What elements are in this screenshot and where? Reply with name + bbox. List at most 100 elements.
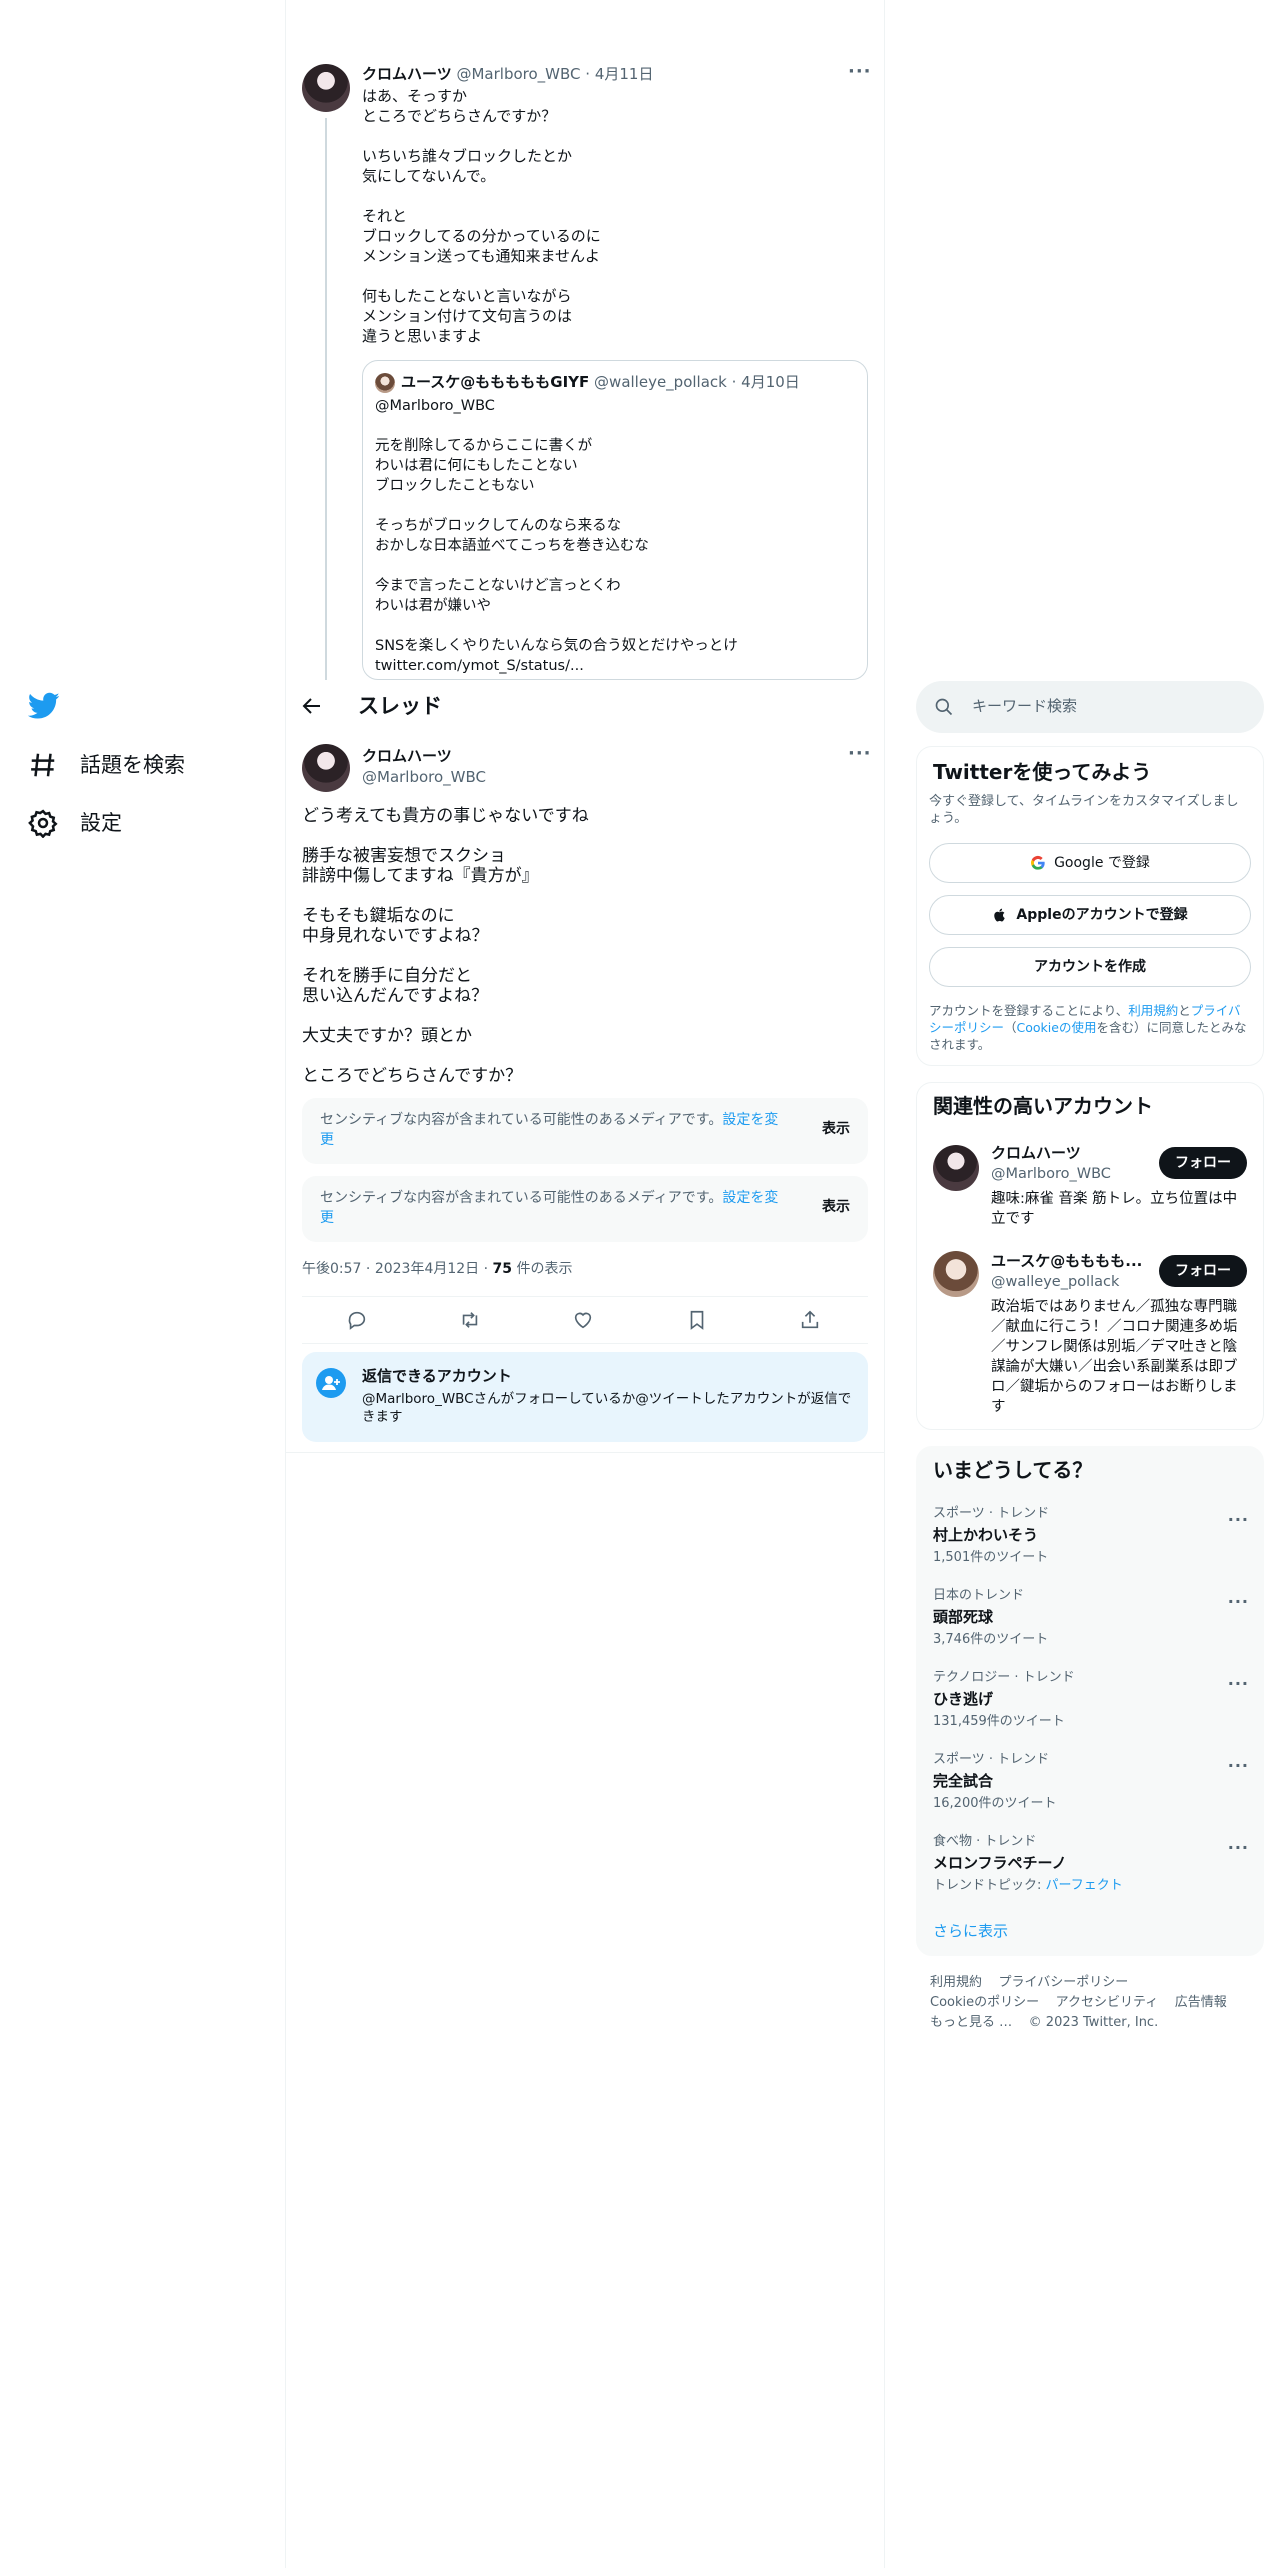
search-box[interactable]: キーワード検索	[916, 681, 1264, 733]
google-icon	[1031, 855, 1045, 870]
trend-category: 食べ物 · トレンド	[933, 1834, 1037, 1849]
quoted-tweet-card[interactable]: ユースケ@もももももGIYF @walleye_pollack · 4月10日 …	[362, 360, 868, 680]
tweet-time[interactable]: 午後0:57	[302, 1261, 361, 1277]
trend-category: スポーツ · トレンド	[933, 1506, 1050, 1521]
trend-count: 3,746件のツイート	[933, 1631, 1049, 1647]
avatar[interactable]	[302, 64, 350, 112]
thread-connector-line	[325, 118, 327, 680]
page-title: スレッド	[358, 694, 442, 718]
retweet-icon[interactable]	[459, 1309, 481, 1331]
apple-signup-button[interactable]: Appleのアカウントで登録	[929, 895, 1251, 935]
account-handle[interactable]: @walleye_pollack	[991, 1273, 1119, 1293]
more-options-icon[interactable]: ···	[1228, 1755, 1249, 1777]
trend-name: メロンフラペチーノ	[933, 1853, 1067, 1872]
sensitive-media-notice: センシティブな内容が含まれている可能性のあるメディアです。設定を変更 表示	[302, 1176, 868, 1242]
trend-name: ひき逃げ	[933, 1689, 994, 1708]
footer-terms-link[interactable]: 利用規約	[930, 1975, 982, 1990]
footer-ads-link[interactable]: 広告情報	[1175, 1995, 1227, 2010]
back-arrow-icon[interactable]	[300, 694, 324, 723]
more-options-icon[interactable]: ···	[1228, 1837, 1249, 1859]
account-name[interactable]: クロムハーツ	[991, 1143, 1081, 1163]
footer-accessibility-link[interactable]: アクセシビリティ	[1056, 1995, 1159, 2010]
share-icon[interactable]	[799, 1309, 821, 1331]
more-options-icon[interactable]: ···	[1228, 1509, 1249, 1531]
follow-button[interactable]: フォロー	[1159, 1147, 1247, 1179]
author-handle[interactable]: @Marlboro_WBC	[456, 65, 580, 83]
footer-line-1: 利用規約 プライバシーポリシー	[930, 1974, 1128, 1992]
trends-title: いまどうしてる？	[933, 1458, 1093, 1482]
tweet-date[interactable]: 4月11日	[595, 65, 654, 83]
parent-tweet-header: クロムハーツ @Marlboro_WBC · 4月11日	[362, 65, 654, 83]
trend-item[interactable]: テクノロジー · トレンド ひき逃げ 131,459件のツイート ···	[933, 1669, 1249, 1751]
left-divider	[285, 0, 286, 2568]
signup-card: Twitterを使ってみよう 今すぐ登録して、タイムラインをカスタマイズしましょ…	[916, 746, 1264, 1066]
reply-notice-title: 返信できるアカウント	[362, 1367, 512, 1385]
avatar[interactable]	[933, 1145, 979, 1191]
trend-count: 131,459件のツイート	[933, 1713, 1065, 1729]
nav-settings[interactable]: 設定	[28, 808, 122, 838]
more-options-icon[interactable]: ···	[848, 60, 872, 84]
nav-settings-label: 設定	[80, 810, 122, 835]
signup-title: Twitterを使ってみよう	[933, 760, 1152, 784]
account-handle[interactable]: @Marlboro_WBC	[991, 1165, 1111, 1185]
reply-icon[interactable]	[346, 1309, 368, 1331]
sensitive-message: センシティブな内容が含まれている可能性のあるメディアです。設定を変更	[320, 1190, 779, 1226]
reply-restriction-notice: 返信できるアカウント @Marlboro_WBCさんがフォローしているか@ツイー…	[302, 1352, 868, 1442]
author-handle[interactable]: @Marlboro_WBC	[362, 767, 486, 787]
account-name[interactable]: ユースケ@もももも...	[991, 1251, 1142, 1271]
author-name[interactable]: クロムハーツ	[362, 65, 452, 83]
nav-explore[interactable]: 話題を検索	[28, 750, 185, 780]
create-account-button[interactable]: アカウントを作成	[929, 947, 1251, 987]
trend-name: 完全試合	[933, 1771, 994, 1790]
main-tweet-text: どう考えても貴方の事じゃないですね 勝手な被害妄想でスクショ 誹謗中傷してますね…	[302, 806, 589, 1086]
trend-item[interactable]: スポーツ · トレンド 完全試合 16,200件のツイート ···	[933, 1751, 1249, 1833]
tweet-full-date[interactable]: 2023年4月12日	[375, 1261, 479, 1277]
footer-line-3: もっと見る … © 2023 Twitter, Inc.	[930, 2014, 1158, 2032]
google-signup-button[interactable]: Google で登録	[929, 843, 1251, 883]
quoted-date: 4月10日	[741, 373, 800, 391]
footer-more-link[interactable]: もっと見る …	[930, 2015, 1012, 2030]
show-media-button[interactable]: 表示	[822, 1198, 850, 1217]
trend-topic-link[interactable]: パーフェクト	[1046, 1878, 1123, 1893]
more-options-icon[interactable]: ···	[1228, 1673, 1249, 1695]
cookie-link[interactable]: Cookieの使用	[1017, 1020, 1097, 1035]
avatar[interactable]	[302, 744, 350, 792]
author-name[interactable]: クロムハーツ	[362, 746, 452, 766]
more-options-icon[interactable]: ···	[1228, 1591, 1249, 1613]
trend-topic: トレンドトピック: パーフェクト	[933, 1877, 1123, 1893]
quoted-author-name: ユースケ@もももももGIYF	[401, 373, 590, 391]
trends-card: いまどうしてる？ スポーツ · トレンド 村上かわいそう 1,501件のツイート…	[916, 1446, 1264, 1956]
avatar[interactable]	[933, 1251, 979, 1297]
view-count: 75	[492, 1261, 513, 1277]
apple-icon	[994, 908, 1006, 922]
signup-subtitle: 今すぐ登録して、タイムラインをカスタマイズしましょう。	[929, 794, 1239, 826]
search-input[interactable]: キーワード検索	[972, 696, 1077, 716]
terms-link[interactable]: 利用規約	[1128, 1003, 1178, 1018]
trend-category: 日本のトレンド	[933, 1588, 1025, 1603]
apple-signup-label: Appleのアカウントで登録	[1016, 906, 1188, 923]
trend-name: 頭部死球	[933, 1607, 994, 1626]
sensitive-media-notice: センシティブな内容が含まれている可能性のあるメディアです。設定を変更 表示	[302, 1098, 868, 1164]
trend-item[interactable]: 日本のトレンド 頭部死球 3,746件のツイート ···	[933, 1587, 1249, 1669]
trend-item[interactable]: 食べ物 · トレンド メロンフラペチーノ トレンドトピック: パーフェクト ··…	[933, 1833, 1249, 1915]
reply-notice-body: @Marlboro_WBCさんがフォローしているか@ツイートしたアカウントが返信…	[362, 1391, 852, 1425]
quoted-header: ユースケ@もももももGIYF @walleye_pollack · 4月10日	[401, 373, 800, 391]
twitter-logo-icon[interactable]	[27, 692, 60, 725]
parent-tweet-text: はあ、そっすか ところでどちらさんですか？ いちいち誰々ブロックしたとか 気にし…	[362, 87, 601, 345]
bookmark-icon[interactable]	[686, 1309, 708, 1331]
trend-count: 1,501件のツイート	[933, 1549, 1049, 1565]
trend-item[interactable]: スポーツ · トレンド 村上かわいそう 1,501件のツイート ···	[933, 1505, 1249, 1587]
search-icon	[935, 698, 953, 716]
follow-button[interactable]: フォロー	[1159, 1255, 1247, 1287]
account-bio: 政治垢ではありません／孤独な専門職／献血に行こう！／コロナ関連多め垢／サンフレ関…	[991, 1299, 1238, 1415]
show-media-button[interactable]: 表示	[822, 1120, 850, 1139]
like-icon[interactable]	[572, 1309, 594, 1331]
footer-cookie-link[interactable]: Cookieのポリシー	[930, 1995, 1039, 2010]
related-title: 関連性の高いアカウント	[933, 1094, 1153, 1118]
footer-privacy-link[interactable]: プライバシーポリシー	[999, 1975, 1129, 1990]
view-count-label: 件の表示	[516, 1261, 573, 1277]
show-more-link[interactable]: さらに表示	[933, 1921, 1008, 1941]
more-options-icon[interactable]: ···	[848, 742, 872, 766]
right-divider	[884, 0, 885, 2568]
divider	[302, 1343, 868, 1344]
